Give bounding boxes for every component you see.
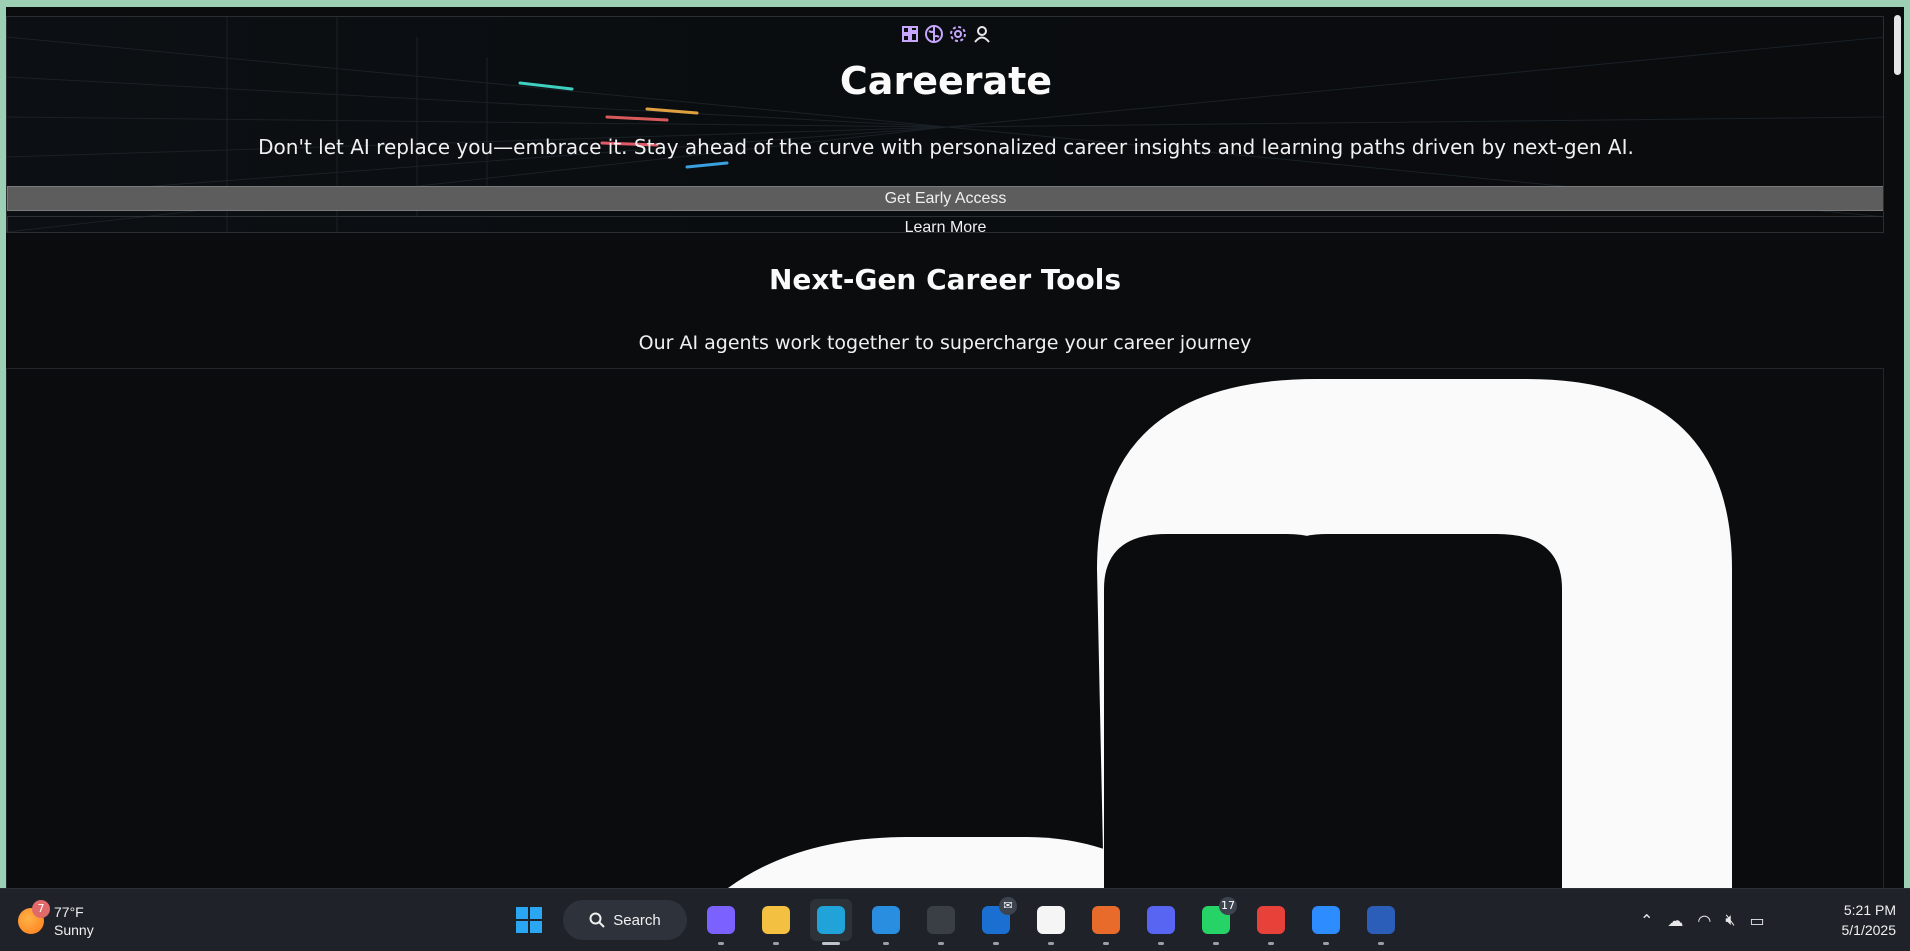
running-indicator [1268, 942, 1274, 945]
running-indicator [883, 942, 889, 945]
weather-condition: Sunny [54, 922, 94, 938]
app-red-icon [1257, 906, 1285, 934]
copilot-icon [707, 906, 735, 934]
section-subtitle: Our AI agents work together to superchar… [638, 332, 1252, 354]
clock-time: 5:21 PM [1843, 902, 1896, 918]
zoom-icon [1312, 906, 1340, 934]
taskbar-apps: Search ✉ 17 [508, 897, 1402, 945]
app-red-taskbar-button[interactable] [1250, 899, 1292, 945]
vscode-taskbar-button[interactable] [865, 899, 907, 945]
scrollbar-thumb[interactable] [1894, 15, 1901, 75]
user-icon[interactable] [971, 23, 993, 45]
volume-muted-icon[interactable]: 🔇︎ [1725, 910, 1735, 930]
start-button[interactable] [508, 899, 550, 941]
running-indicator [1048, 942, 1054, 945]
running-indicator [822, 942, 840, 945]
discord-icon [1147, 906, 1175, 934]
sun-icon: 7 [18, 900, 50, 934]
system-tray: ⌃ ☁ ◠ 🔇︎ ▭ [1640, 903, 1765, 937]
discord-taskbar-button[interactable] [1140, 899, 1182, 945]
chevron-up-icon[interactable]: ⌃ [1640, 911, 1653, 930]
outlook-taskbar-button[interactable]: ✉ [975, 897, 1017, 945]
brain-icon[interactable] [923, 23, 945, 45]
taskbar-search[interactable]: Search [563, 900, 687, 940]
weather-temp: 77°F [54, 904, 84, 920]
copilot-taskbar-button[interactable] [700, 899, 742, 945]
vscode-icon [872, 906, 900, 934]
zoom-taskbar-button[interactable] [1305, 899, 1347, 945]
windows-icon [516, 907, 542, 933]
word-taskbar-button[interactable] [1360, 899, 1402, 945]
file-explorer-icon [762, 906, 790, 934]
anthropic-taskbar-button[interactable] [1030, 899, 1072, 945]
battery-icon[interactable]: ▭ [1749, 911, 1764, 930]
whatsapp-taskbar-button[interactable]: 17 [1195, 897, 1237, 945]
onedrive-icon[interactable]: ☁ [1667, 911, 1683, 930]
running-indicator [1213, 942, 1219, 945]
get-early-access-button[interactable]: Get Early Access [7, 186, 1883, 211]
search-icon [589, 912, 605, 928]
taskbar: 7 77°F Sunny Search ✉ 17 ⌃ ☁ ◠ 🔇︎ ▭ 5:21 … [0, 888, 1910, 951]
edge-icon [817, 906, 845, 934]
wifi-icon[interactable]: ◠ [1697, 911, 1711, 930]
section-title: Next-Gen Career Tools [768, 263, 1122, 296]
search-label: Search [613, 911, 661, 929]
notification-badge: ✉ [999, 897, 1017, 915]
notification-badge: 17 [1219, 897, 1237, 915]
hero-subtitle: Don't let AI replace you—embrace it. Sta… [258, 135, 1634, 159]
clock[interactable]: 5:21 PM 5/1/2025 [1812, 900, 1897, 940]
dashboard-icon[interactable] [899, 23, 921, 45]
edge-taskbar-button[interactable] [810, 899, 852, 945]
large-logo-graphic [728, 379, 1732, 888]
browser-viewport: Careerate Don't let AI replace you—embra… [6, 7, 1890, 888]
word-icon [1367, 906, 1395, 934]
anthropic-icon [1037, 906, 1065, 934]
running-indicator [1103, 942, 1109, 945]
hero-icon-bar [899, 23, 993, 47]
running-indicator [718, 942, 724, 945]
terminal-icon [927, 906, 955, 934]
app-dots-icon [1092, 906, 1120, 934]
running-indicator [938, 942, 944, 945]
file-explorer-taskbar-button[interactable] [755, 899, 797, 945]
gear-icon[interactable] [947, 23, 969, 45]
running-indicator [1323, 942, 1329, 945]
weather-badge: 7 [32, 900, 50, 918]
running-indicator [1378, 942, 1384, 945]
weather-widget[interactable]: 7 77°F Sunny [18, 900, 94, 939]
app-dots-taskbar-button[interactable] [1085, 899, 1127, 945]
learn-more-button[interactable]: Learn More [7, 216, 1883, 232]
running-indicator [1158, 942, 1164, 945]
running-indicator [773, 942, 779, 945]
tools-panel [6, 368, 1884, 888]
scrollbar[interactable] [1890, 7, 1904, 888]
terminal-taskbar-button[interactable] [920, 899, 962, 945]
hero-section: Careerate Don't let AI replace you—embra… [6, 16, 1884, 233]
running-indicator [993, 942, 999, 945]
clock-date: 5/1/2025 [1841, 922, 1897, 938]
hero-title: Careerate [839, 59, 1053, 103]
